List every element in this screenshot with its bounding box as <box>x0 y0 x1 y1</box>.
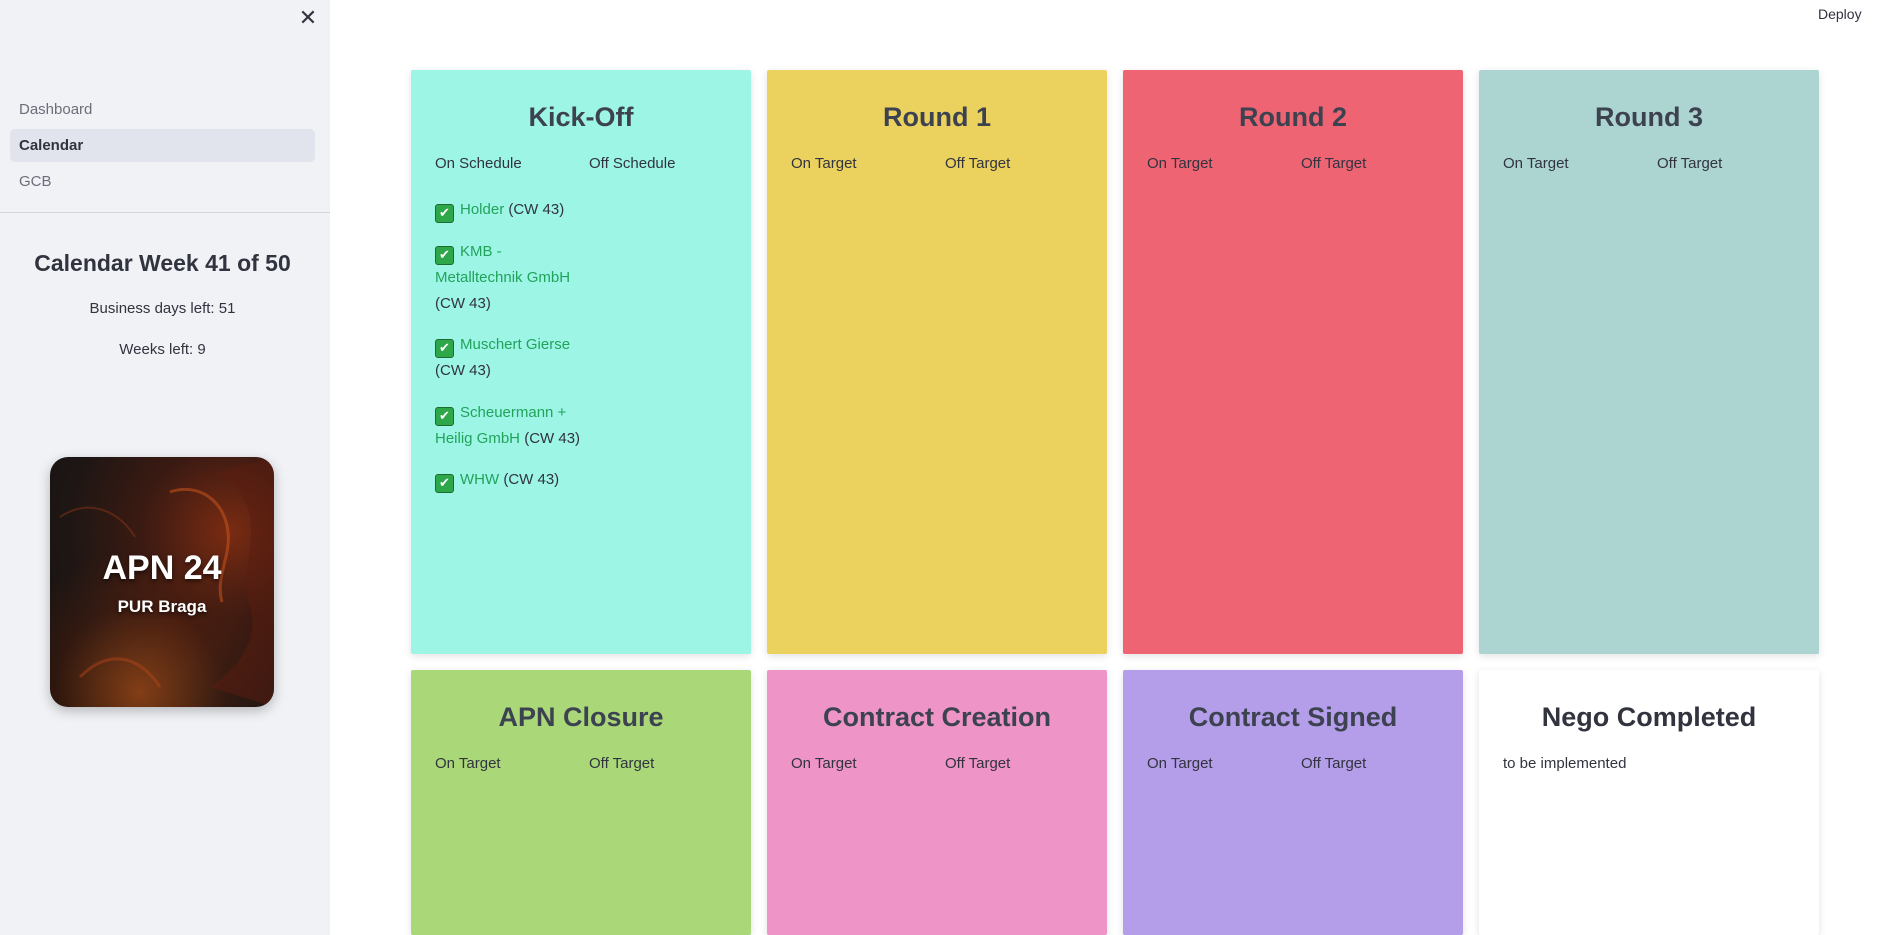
weeks-left: Weeks left: 9 <box>119 341 206 358</box>
checkmark-icon: ✔ <box>435 204 454 223</box>
logo-subtitle: PUR Braga <box>117 597 207 616</box>
stage-title: Round 3 <box>1595 102 1703 132</box>
supplier-name: KMB - Metalltechnik GmbH <box>435 243 571 286</box>
sidebar: ✕ Dashboard Calendar GCB Calendar Week 4… <box>0 0 330 935</box>
stage-card-contract-creation: Contract Creation On Target Off Target <box>767 670 1107 935</box>
sidebar-item-label: Calendar <box>19 137 84 154</box>
sidebar-item-label: Dashboard <box>19 101 93 118</box>
placeholder-note: to be implemented <box>1503 755 1627 772</box>
sidebar-item-dashboard[interactable]: Dashboard <box>10 93 315 126</box>
on-schedule-label: On Schedule <box>435 155 522 172</box>
calendar-week: (CW 43) <box>435 362 491 379</box>
on-target-label: On Target <box>791 755 857 772</box>
off-target-label: Off Target <box>1301 755 1367 772</box>
logo-title: APN 24 <box>102 549 222 587</box>
supplier-name: Muschert Gierse <box>460 336 571 353</box>
on-target-label: On Target <box>1147 155 1213 172</box>
checkmark-icon: ✔ <box>435 246 454 265</box>
stage-card-apn-closure: APN Closure On Target Off Target <box>411 670 751 935</box>
apn-logo-card: APN 24 PUR Braga <box>50 457 274 707</box>
on-target-label: On Target <box>791 155 857 172</box>
deploy-button[interactable]: Deploy <box>1818 6 1862 22</box>
stage-title: Contract Creation <box>822 702 1052 732</box>
checkmark-icon: ✔ <box>435 339 454 358</box>
calendar-week: (CW 43) <box>503 471 560 488</box>
stage-card-nego-completed: Nego Completed to be implemented <box>1479 670 1819 935</box>
off-target-label: Off Target <box>945 155 1011 172</box>
stage-title: APN Closure <box>498 702 664 732</box>
on-target-label: On Target <box>1503 155 1569 172</box>
checkmark-icon: ✔ <box>435 406 454 426</box>
stage-card-round-2: Round 2 On Target Off Target <box>1123 70 1463 654</box>
sidebar-item-calendar[interactable]: Calendar <box>10 129 315 162</box>
list-item: ✔ KMB - Metalltechnik GmbH (CW 43) <box>435 239 585 316</box>
sidebar-divider <box>0 212 330 213</box>
supplier-name: Holder <box>460 201 505 218</box>
stage-card-kick-off: Kick-Off On Schedule Off Schedule ✔ Holde… <box>411 70 751 654</box>
on-target-label: On Target <box>1147 755 1213 772</box>
kick-off-item-list: ✔ Holder (CW 43) ✔ KMB - Metalltechnik Gmb… <box>435 197 585 509</box>
calendar-week: (CW 43) <box>508 201 565 218</box>
list-item: ✔ WHW (CW 43) <box>435 467 585 493</box>
business-days-left: Business days left: 51 <box>89 300 236 317</box>
list-item: ✔ Holder (CW 43) <box>435 197 585 223</box>
stage-title: Kick-Off <box>528 102 634 132</box>
off-schedule-label: Off Schedule <box>589 155 676 172</box>
off-target-label: Off Target <box>589 755 655 772</box>
calendar-week: (CW 43) <box>524 429 581 447</box>
on-target-label: On Target <box>435 755 501 772</box>
off-target-label: Off Target <box>945 755 1011 772</box>
calendar-week-title: Calendar Week 41 of 50 <box>34 250 291 276</box>
close-icon[interactable]: ✕ <box>296 6 320 30</box>
sidebar-nav: Dashboard Calendar GCB <box>10 93 315 201</box>
stage-card-round-1: Round 1 On Target Off Target <box>767 70 1107 654</box>
stage-title: Nego Completed <box>1541 702 1757 732</box>
supplier-name: WHW <box>460 471 500 488</box>
sidebar-item-gcb[interactable]: GCB <box>10 165 315 198</box>
off-target-label: Off Target <box>1301 155 1367 172</box>
stage-title: Round 1 <box>883 102 991 132</box>
stage-title: Round 2 <box>1239 102 1347 132</box>
stage-card-round-3: Round 3 On Target Off Target <box>1479 70 1819 654</box>
sidebar-item-label: GCB <box>19 173 52 190</box>
off-target-label: Off Target <box>1657 155 1723 172</box>
stage-title: Contract Signed <box>1188 702 1398 732</box>
stage-card-contract-signed: Contract Signed On Target Off Target <box>1123 670 1463 935</box>
list-item: ✔ Scheuermann + Heilig GmbH (CW 43) <box>435 400 585 452</box>
checkmark-icon: ✔ <box>435 474 454 493</box>
list-item: ✔ Muschert Gierse (CW 43) <box>435 332 585 384</box>
calendar-week: (CW 43) <box>435 294 491 312</box>
